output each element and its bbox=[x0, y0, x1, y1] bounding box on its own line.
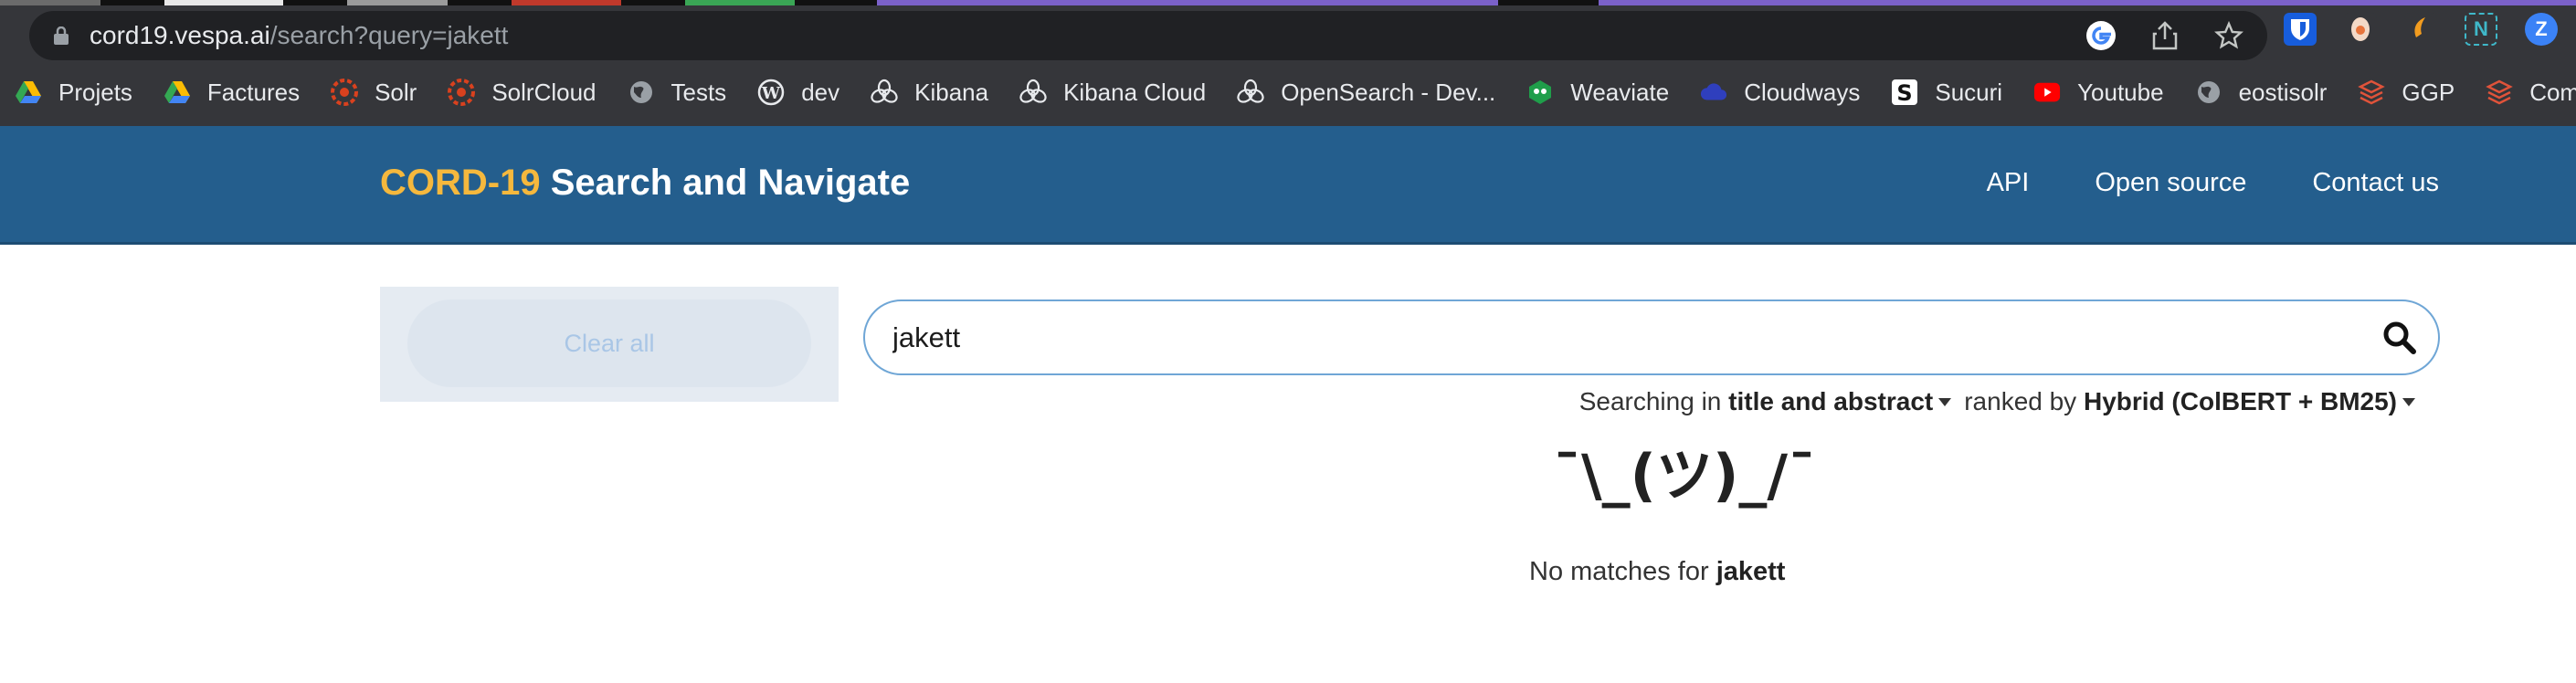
brand-title: Search and Navigate bbox=[540, 163, 911, 203]
search-box bbox=[863, 299, 2440, 375]
youtube-icon bbox=[2033, 79, 2061, 106]
bookmark-dev[interactable]: W dev bbox=[757, 73, 839, 111]
bitwarden-icon[interactable] bbox=[2284, 13, 2317, 46]
bookmark-label: dev bbox=[801, 78, 840, 106]
bookmark-tests[interactable]: Tests bbox=[628, 73, 727, 111]
nav-open-source-link[interactable]: Open source bbox=[2095, 168, 2246, 198]
bookmark-label: Kibana Cloud bbox=[1063, 78, 1207, 106]
nav-api-link[interactable]: API bbox=[1987, 168, 2030, 198]
tab-strip bbox=[0, 0, 2576, 5]
address-bar[interactable]: cord19.vespa.ai/search?query=jakett bbox=[29, 11, 2267, 60]
share-icon[interactable] bbox=[2148, 19, 2181, 52]
bookmark-label: Kibana bbox=[914, 78, 989, 106]
bookmark-label: Youtube bbox=[2077, 78, 2164, 106]
svg-text:S: S bbox=[1897, 80, 1913, 106]
bookmark-label: SolrCloud bbox=[491, 78, 596, 106]
bookmark-factures[interactable]: Factures bbox=[164, 73, 300, 111]
sucuri-icon: S bbox=[1891, 79, 1918, 106]
bookmark-label: Solr bbox=[375, 78, 417, 106]
bookmark-label: Cloudways bbox=[1744, 78, 1861, 106]
ranked-by-label: ranked by bbox=[1964, 387, 2077, 415]
bookmark-star-icon[interactable] bbox=[2212, 19, 2245, 52]
clear-all-button[interactable]: Clear all bbox=[407, 299, 811, 387]
search-icon[interactable] bbox=[2381, 320, 2418, 356]
site-header: CORD-19 Search and Navigate API Open sou… bbox=[0, 126, 2576, 245]
no-matches-query: jakett bbox=[1716, 557, 1786, 586]
site-brand[interactable]: CORD-19 Search and Navigate bbox=[380, 163, 910, 204]
bookmark-kibana-cloud[interactable]: Kibana Cloud bbox=[1019, 73, 1206, 111]
bookmark-label: Projets bbox=[58, 78, 132, 106]
bookmark-label: Communi bbox=[2529, 78, 2576, 106]
bookmark-ggp[interactable]: GGP bbox=[2358, 73, 2455, 111]
globe-icon bbox=[628, 79, 655, 106]
extension-n-icon[interactable]: N bbox=[2465, 13, 2497, 46]
brand-accent: CORD-19 bbox=[380, 163, 541, 203]
bookmark-label: Tests bbox=[670, 78, 727, 106]
search-input[interactable] bbox=[892, 320, 2317, 356]
nav-contact-us-link[interactable]: Contact us bbox=[2312, 168, 2439, 198]
no-results-shrug: ¯\_(ツ)_/¯ bbox=[1553, 442, 1816, 509]
url-host: cord19.vespa.ai bbox=[90, 21, 270, 49]
globe-icon bbox=[2195, 79, 2222, 106]
bookmark-label: eostisolr bbox=[2238, 78, 2328, 106]
openai-icon bbox=[871, 79, 898, 106]
bookmark-communi[interactable]: Communi bbox=[2486, 73, 2576, 111]
url-text[interactable]: cord19.vespa.ai/search?query=jakett bbox=[90, 21, 508, 50]
bookmark-label: GGP bbox=[2402, 78, 2455, 106]
layers-icon bbox=[2358, 79, 2386, 106]
bookmark-solr[interactable]: Solr bbox=[331, 73, 417, 111]
layers-icon bbox=[2486, 79, 2513, 106]
cloud-icon bbox=[1700, 79, 1727, 106]
openai-icon bbox=[1019, 79, 1047, 106]
searching-in-label: Searching in bbox=[1578, 387, 1722, 415]
solr-icon bbox=[448, 79, 476, 106]
extension-ghost-icon[interactable] bbox=[2344, 13, 2377, 46]
bookmark-cloudways[interactable]: Cloudways bbox=[1700, 73, 1860, 111]
ranking-caret-icon[interactable] bbox=[2402, 397, 2415, 406]
ranking-dropdown[interactable]: Hybrid (ColBERT + BM25) bbox=[2084, 387, 2397, 416]
wordpress-icon: W bbox=[757, 79, 785, 106]
extension-z-icon[interactable]: Z bbox=[2525, 13, 2558, 46]
google-drive-icon bbox=[15, 79, 42, 106]
extension-flame-icon[interactable] bbox=[2404, 13, 2437, 46]
svg-text:W: W bbox=[761, 84, 781, 103]
weaviate-icon bbox=[1526, 79, 1554, 106]
bookmark-weaviate[interactable]: Weaviate bbox=[1526, 73, 1669, 111]
google-drive-icon bbox=[164, 79, 191, 106]
bookmark-opensearch[interactable]: OpenSearch - Dev... bbox=[1237, 73, 1495, 111]
bookmark-sucuri[interactable]: S Sucuri bbox=[1891, 73, 2002, 111]
bookmark-solrcloud[interactable]: SolrCloud bbox=[448, 73, 596, 111]
bookmark-label: OpenSearch - Dev... bbox=[1281, 78, 1496, 106]
url-path: /search?query=jakett bbox=[269, 21, 509, 49]
header-nav: API Open source Contact us bbox=[1987, 168, 2439, 198]
browser-chrome: cord19.vespa.ai/search?query=jakett N Z bbox=[0, 0, 2576, 126]
field-dropdown[interactable]: title and abstract bbox=[1728, 387, 1933, 416]
openai-icon bbox=[1237, 79, 1264, 106]
bookmark-label: Sucuri bbox=[1935, 78, 2003, 106]
bookmarks-bar: Projets Factures Solr SolrCloud Tests W … bbox=[0, 73, 2576, 111]
bookmark-youtube[interactable]: Youtube bbox=[2033, 73, 2164, 111]
no-matches-message: No matches for jakett bbox=[1529, 557, 1785, 587]
field-caret-icon[interactable] bbox=[1938, 397, 1952, 406]
solr-icon bbox=[331, 79, 359, 106]
bookmark-label: Factures bbox=[206, 78, 301, 106]
bookmark-eostisolr[interactable]: eostisolr bbox=[2195, 73, 2328, 111]
filter-sidebar: Clear all bbox=[380, 287, 839, 402]
google-icon[interactable] bbox=[2085, 19, 2117, 52]
search-options: Searching in title and abstract ranked by… bbox=[1579, 387, 2428, 416]
bookmark-kibana[interactable]: Kibana bbox=[871, 73, 988, 111]
no-matches-label: No matches for bbox=[1529, 557, 1709, 586]
bookmark-label: Weaviate bbox=[1570, 78, 1670, 106]
bookmark-projets[interactable]: Projets bbox=[15, 73, 132, 111]
lock-icon bbox=[54, 26, 69, 45]
